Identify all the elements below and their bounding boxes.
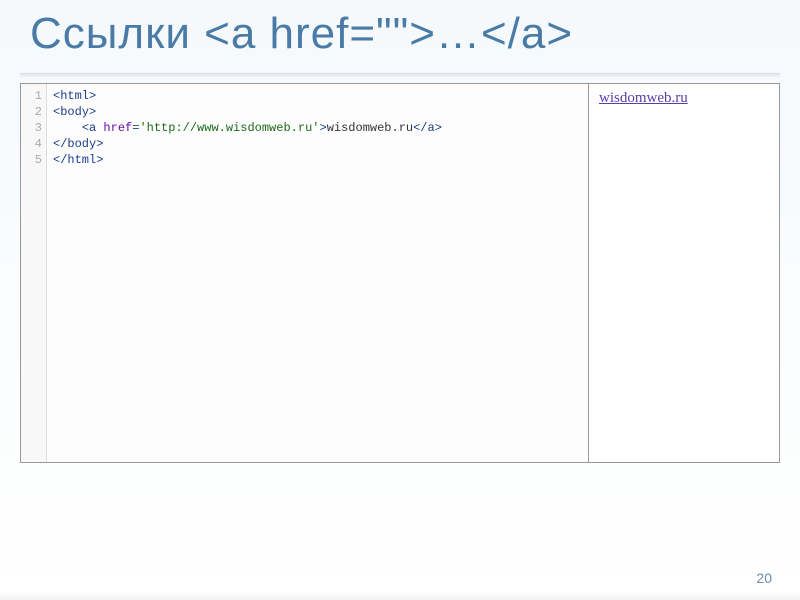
- code-tag: <html>: [53, 89, 96, 103]
- code-attr: href: [103, 121, 132, 135]
- code-quote: ': [139, 121, 146, 135]
- line-number: 2: [21, 104, 42, 120]
- code-editor: <html> <body> <a href='http://www.wisdom…: [47, 84, 588, 462]
- code-tag: >: [319, 121, 326, 135]
- code-tag: </a>: [413, 121, 442, 135]
- code-panel: 1 2 3 4 5 <html> <body> <a href='http://…: [21, 84, 589, 462]
- page-number: 20: [756, 570, 772, 586]
- code-tag: </html>: [53, 153, 103, 167]
- slide: Ссылки <a href="">…</a> 1 2 3 4 5 <html>…: [0, 0, 800, 600]
- code-tag: <a: [82, 121, 104, 135]
- code-tag: <body>: [53, 105, 96, 119]
- slide-title: Ссылки <a href="">…</a>: [0, 0, 800, 73]
- code-string: http://www.wisdomweb.ru: [147, 121, 313, 135]
- title-underline: [20, 73, 780, 75]
- code-indent: [53, 121, 82, 135]
- preview-panel: wisdomweb.ru: [589, 84, 779, 462]
- line-number: 1: [21, 88, 42, 104]
- line-number: 4: [21, 136, 42, 152]
- line-number: 5: [21, 152, 42, 168]
- line-number-gutter: 1 2 3 4 5: [21, 84, 47, 462]
- code-text: wisdomweb.ru: [327, 121, 413, 135]
- code-tag: </body>: [53, 137, 103, 151]
- bottom-shadow: [0, 592, 800, 600]
- content-area: 1 2 3 4 5 <html> <body> <a href='http://…: [20, 83, 780, 463]
- preview-link[interactable]: wisdomweb.ru: [599, 90, 688, 106]
- line-number: 3: [21, 120, 42, 136]
